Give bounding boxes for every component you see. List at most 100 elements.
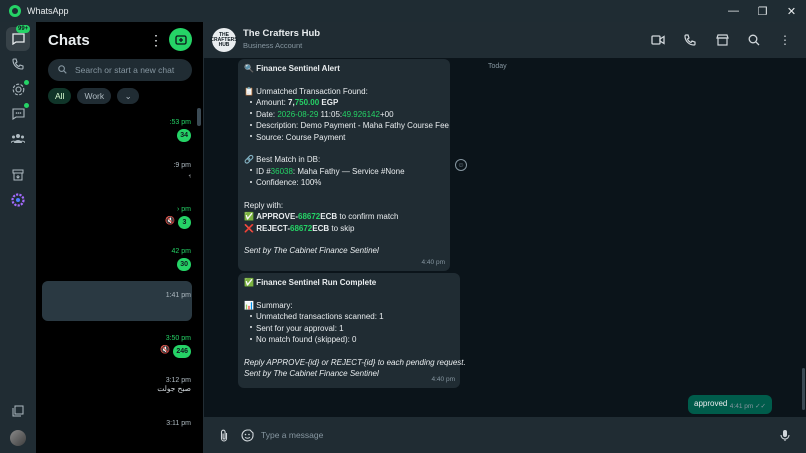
new-chat-icon: [174, 34, 187, 45]
emoji-sticker-icon[interactable]: [239, 427, 255, 443]
filter-work[interactable]: Work: [77, 88, 112, 104]
message-line: 📊 Summary:: [244, 300, 293, 310]
message-line: Date: 2026-08-29 11:05:49.926142+00: [244, 109, 444, 121]
message-title: ✅ Finance Sentinel Run Complete: [244, 278, 377, 287]
conversation-scrollbar[interactable]: [802, 368, 805, 410]
message-time: 4:40 pm: [421, 258, 446, 266]
message-input[interactable]: [261, 426, 761, 444]
voice-call-icon[interactable]: [682, 32, 698, 48]
whatsapp-logo-icon: [9, 5, 21, 17]
message-bubble-outgoing[interactable]: approved 4:41 pm ✓✓: [688, 395, 772, 414]
message-time: 4:40 pm: [431, 375, 456, 383]
contact-subtitle: Business Account: [243, 41, 303, 50]
chats-unread-badge: 99+: [16, 25, 31, 33]
unread-badge: 246: [173, 345, 191, 358]
minimize-button[interactable]: —: [719, 0, 748, 22]
message-line: Reply with:: [244, 200, 284, 210]
chat-row[interactable]: 3:50 pm 🔇 246: [160, 335, 191, 358]
window-controls: — ❐ ✕: [719, 0, 806, 22]
chat-list-panel: Chats ⋮ All Work ⌄ :53 pm 34 :9 pm ﮨ › p…: [36, 22, 204, 453]
chat-row[interactable]: 3:11 pm: [166, 420, 191, 427]
chevron-down-icon: ⌄: [124, 90, 132, 101]
message-text: approved: [694, 399, 728, 408]
filter-all[interactable]: All: [48, 88, 72, 104]
navigation-rail: 99+: [0, 22, 36, 453]
chat-list-scrollbar[interactable]: [197, 108, 201, 126]
search-messages-icon[interactable]: [746, 32, 762, 48]
microphone-icon[interactable]: [777, 427, 793, 443]
unread-badge: 3: [178, 216, 191, 229]
attach-icon[interactable]: [216, 427, 232, 443]
contact-avatar[interactable]: THE CRAFTERS HUB: [210, 28, 238, 52]
message-bubble-summary[interactable]: ✅ Finance Sentinel Run Complete 📊 Summar…: [238, 273, 466, 388]
channels-update-dot: [24, 103, 29, 108]
message-line: Source: Course Payment: [244, 132, 444, 144]
media-gallery-icon[interactable]: [8, 401, 28, 421]
message-bubble-alert[interactable]: 🔍 Finance Sentinel Alert 📋 Unmatched Tra…: [238, 59, 450, 271]
chat-row-hovered[interactable]: [42, 281, 192, 321]
chat-row[interactable]: 3:12 pm صبح جولت: [157, 377, 191, 393]
message-line: No match found (skipped): 0: [244, 334, 454, 346]
chat-row-preview: ﮨ: [188, 169, 191, 178]
message-composer: [204, 417, 806, 453]
search-icon: [58, 64, 67, 76]
new-chat-button[interactable]: [169, 28, 192, 51]
message-signature: Sent by The Cabinet Finance Sentinel: [244, 369, 379, 378]
status-update-dot: [24, 80, 29, 85]
unread-badge: 30: [177, 258, 191, 271]
message-line: 📋 Unmatched Transaction Found:: [244, 86, 368, 96]
chat-list-title: Chats: [48, 32, 90, 49]
close-button[interactable]: ✕: [777, 0, 806, 22]
muted-icon: 🔇: [160, 345, 171, 355]
unread-badge: 34: [177, 129, 191, 142]
emoji-reaction-icon[interactable]: ☺: [455, 159, 467, 171]
search-input[interactable]: [75, 65, 185, 75]
chat-row-time: 3:11 pm: [166, 420, 191, 427]
more-options-icon[interactable]: ⋮: [777, 32, 793, 48]
window-title: WhatsApp: [27, 6, 69, 16]
meta-ai-icon[interactable]: [8, 190, 28, 210]
filter-more-button[interactable]: ⌄: [117, 88, 140, 104]
chat-row-time: 42 pm: [171, 248, 191, 255]
chat-row[interactable]: 1:41 pm: [166, 292, 191, 299]
message-line: Amount: 7,750.00 EGP: [244, 97, 444, 109]
profile-avatar[interactable]: [10, 430, 26, 446]
message-line: Sent for your approval: 1: [244, 323, 454, 335]
maximize-button[interactable]: ❐: [748, 0, 777, 22]
message-line: Unmatched transactions scanned: 1: [244, 311, 454, 323]
conversation-header[interactable]: THE CRAFTERS HUB The Crafters Hub Busine…: [204, 22, 806, 58]
chat-row-time: 3:50 pm: [165, 335, 191, 342]
message-line: ❌ REJECT-68672ECB to skip: [244, 223, 355, 233]
search-box[interactable]: [48, 59, 192, 81]
chat-row-time: :9 pm: [173, 162, 191, 169]
chat-row-time: › pm: [177, 206, 191, 213]
muted-icon: 🔇: [165, 216, 175, 226]
message-line: ID #36038: Maha Fathy — Service #None: [244, 166, 444, 178]
menu-dots-icon[interactable]: ⋮: [149, 32, 163, 49]
chat-row[interactable]: › pm 🔇 3: [165, 206, 191, 229]
contact-name: The Crafters Hub: [243, 28, 321, 39]
message-line: ✅ APPROVE-68672ECB to confirm match: [244, 212, 399, 221]
chat-row-preview: صبح جولت: [157, 384, 191, 393]
chat-row-time: 1:41 pm: [165, 292, 191, 299]
message-time: 4:41 pm ✓✓: [729, 402, 766, 410]
message-line: Description: Demo Payment - Maha Fathy C…: [244, 120, 449, 132]
chat-row-time: :53 pm: [169, 119, 191, 126]
communities-icon[interactable]: [8, 128, 28, 148]
chat-row[interactable]: :53 pm 34: [170, 119, 191, 142]
message-line: Reply APPROVE-{id} or REJECT-{id} to eac…: [244, 357, 466, 367]
archive-icon[interactable]: [8, 165, 28, 185]
message-line: 🔗 Best Match in DB:: [244, 155, 321, 164]
filter-chips: All Work ⌄: [48, 88, 140, 104]
message-title: 🔍 Finance Sentinel Alert: [244, 64, 340, 73]
title-bar: WhatsApp — ❐ ✕: [0, 0, 806, 22]
message-line: Confidence: 100%: [244, 177, 444, 189]
video-call-icon[interactable]: [650, 32, 666, 48]
chat-row[interactable]: :9 pm ﮨ: [173, 162, 191, 179]
shop-icon[interactable]: [714, 32, 730, 48]
conversation-pane: THE CRAFTERS HUB The Crafters Hub Busine…: [204, 22, 806, 453]
chat-row-time: 3:12 pm: [165, 377, 191, 384]
day-separator: Today: [488, 63, 507, 70]
calls-icon[interactable]: [8, 54, 28, 74]
chat-row[interactable]: 42 pm 30: [172, 248, 191, 271]
